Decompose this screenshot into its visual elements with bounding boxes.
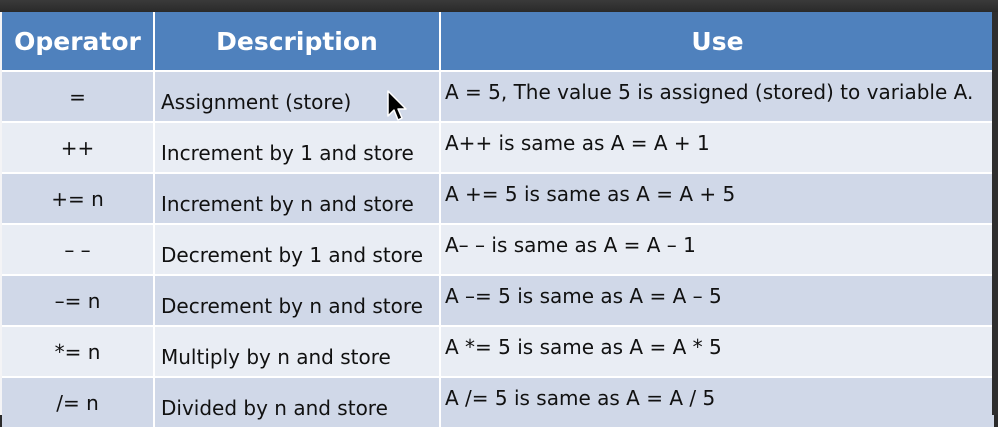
table-row: += n Increment by n and store A += 5 is … (2, 172, 994, 224)
table-row: *= n Multiply by n and store A *= 5 is s… (2, 325, 994, 377)
table-row: ++ Increment by 1 and store A++ is same … (2, 121, 994, 173)
description-cell: Increment by n and store (154, 172, 441, 224)
slide: Operator Description Use = Assignment (s… (0, 12, 998, 427)
use-text: A++ is same as A = A + 1 (445, 130, 710, 155)
description-text: Increment by 1 and store (161, 140, 414, 165)
table-row: – – Decrement by 1 and store A– – is sam… (2, 223, 994, 275)
description-cell: Increment by 1 and store (154, 121, 441, 173)
description-text: Divided by n and store (161, 395, 388, 420)
operator-text: – – (64, 237, 91, 262)
description-text: Assignment (store) (161, 89, 352, 114)
operator-cell: ++ (2, 121, 155, 173)
description-cell: Divided by n and store (154, 376, 441, 427)
use-text: A = 5, The value 5 is assigned (stored) … (445, 79, 974, 104)
use-cell: A –= 5 is same as A = A – 5 (440, 274, 994, 326)
operator-text: = (69, 84, 86, 109)
header-operator: Operator (2, 12, 155, 71)
table-row: = Assignment (store) A = 5, The value 5 … (2, 70, 994, 122)
use-cell: A += 5 is same as A = A + 5 (440, 172, 994, 224)
window-right-edge (992, 12, 998, 415)
use-text: A– – is same as A = A – 1 (445, 232, 696, 257)
description-cell: Decrement by 1 and store (154, 223, 441, 275)
use-text: A /= 5 is same as A = A / 5 (445, 385, 716, 410)
operator-text: *= n (54, 339, 101, 364)
description-cell: Assignment (store) (154, 70, 441, 122)
operator-cell: += n (2, 172, 155, 224)
header-description: Description (154, 12, 441, 71)
header-use: Use (440, 12, 994, 71)
description-text: Decrement by n and store (161, 293, 423, 318)
header-row: Operator Description Use (2, 12, 994, 71)
use-cell: A– – is same as A = A – 1 (440, 223, 994, 275)
description-text: Increment by n and store (161, 191, 414, 216)
description-cell: Multiply by n and store (154, 325, 441, 377)
description-text: Decrement by 1 and store (161, 242, 423, 267)
operator-cell: – – (2, 223, 155, 275)
use-text: A += 5 is same as A = A + 5 (445, 181, 736, 206)
operators-table: Operator Description Use = Assignment (s… (2, 12, 994, 427)
table-row: /= n Divided by n and store A /= 5 is sa… (2, 376, 994, 427)
use-cell: A++ is same as A = A + 1 (440, 121, 994, 173)
use-text: A –= 5 is same as A = A – 5 (445, 283, 722, 308)
use-text: A *= 5 is same as A = A * 5 (445, 334, 722, 359)
description-text: Multiply by n and store (161, 344, 391, 369)
table-row: –= n Decrement by n and store A –= 5 is … (2, 274, 994, 326)
use-cell: A *= 5 is same as A = A * 5 (440, 325, 994, 377)
operator-cell: /= n (2, 376, 155, 427)
use-cell: A = 5, The value 5 is assigned (stored) … (440, 70, 994, 122)
use-cell: A /= 5 is same as A = A / 5 (440, 376, 994, 427)
operator-cell: *= n (2, 325, 155, 377)
window-top-bar (0, 0, 998, 12)
operator-cell: = (2, 70, 155, 122)
operator-text: ++ (60, 135, 95, 160)
description-cell: Decrement by n and store (154, 274, 441, 326)
operator-text: += n (51, 186, 104, 211)
operator-text: –= n (54, 288, 101, 313)
operator-text: /= n (56, 390, 99, 415)
operator-cell: –= n (2, 274, 155, 326)
